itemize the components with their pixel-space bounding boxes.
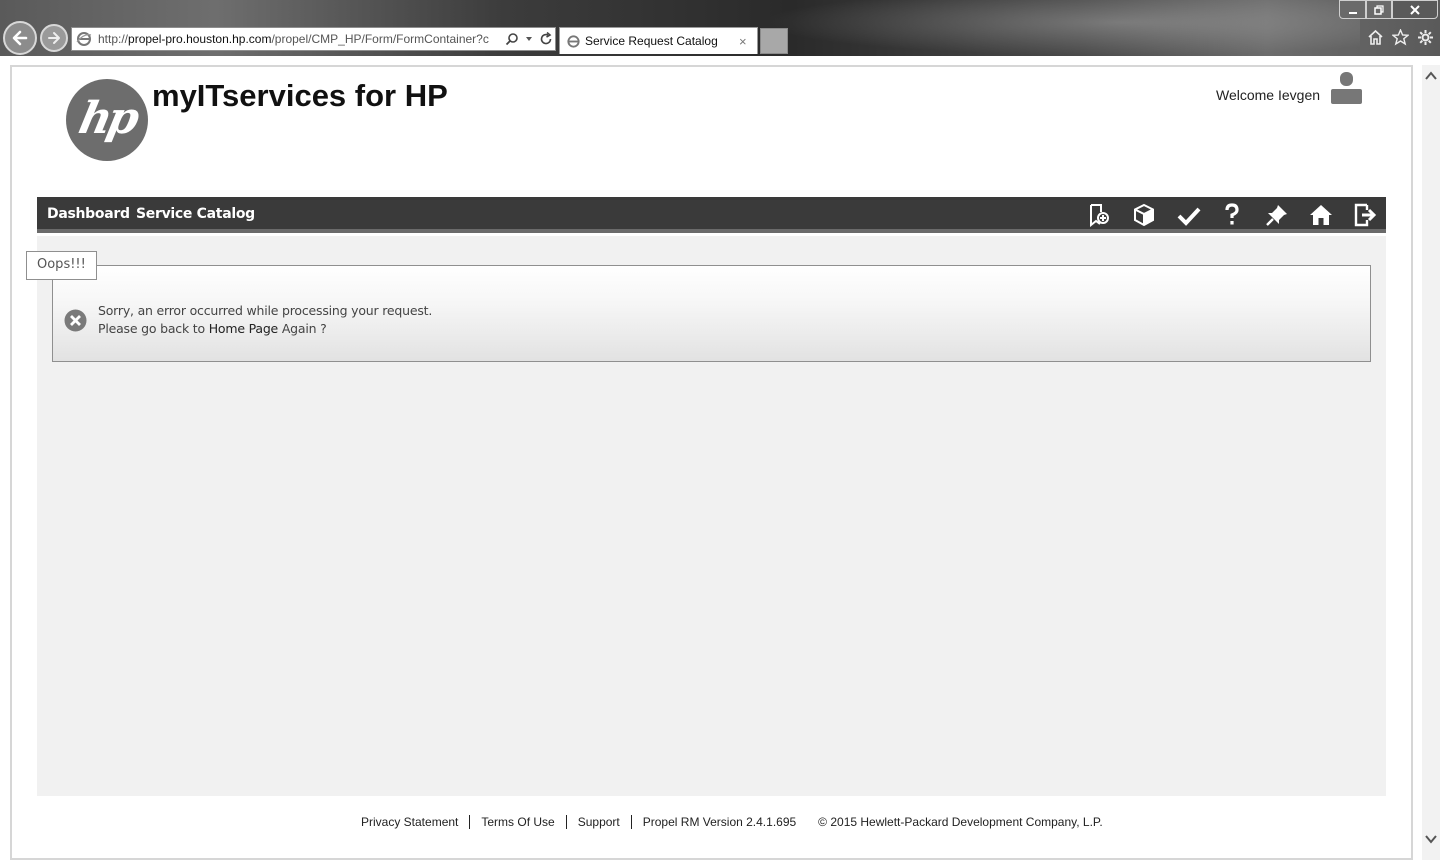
- footer-support-link[interactable]: Support: [578, 815, 620, 829]
- close-window-button[interactable]: [1392, 0, 1438, 19]
- approvals-check-icon[interactable]: [1177, 203, 1201, 227]
- home-page-link[interactable]: Home Page: [209, 321, 279, 336]
- vertical-scrollbar[interactable]: [1422, 65, 1440, 860]
- ie-page-icon: [76, 32, 92, 46]
- window-controls: [1339, 0, 1438, 19]
- tab-close-icon[interactable]: ×: [739, 34, 747, 49]
- back-button[interactable]: [3, 21, 37, 55]
- footer: Privacy Statement Terms Of Use Support P…: [361, 815, 1103, 829]
- footer-divider: [630, 815, 632, 829]
- error-message: Sorry, an error occurred while processin…: [98, 303, 433, 318]
- url-text[interactable]: http://propel-pro.houston.hp.com/propel/…: [98, 32, 502, 46]
- new-request-icon[interactable]: [1087, 203, 1111, 227]
- scroll-up-icon[interactable]: [1425, 70, 1437, 82]
- footer-terms-link[interactable]: Terms Of Use: [481, 815, 554, 829]
- footer-divider: [565, 815, 567, 829]
- footer-version: Propel RM Version 2.4.1.695: [642, 815, 797, 829]
- address-bar[interactable]: http://propel-pro.houston.hp.com/propel/…: [71, 27, 556, 51]
- home-browser-icon[interactable]: [1367, 29, 1384, 46]
- minimize-button[interactable]: [1339, 0, 1366, 19]
- search-icon[interactable]: [505, 32, 519, 46]
- footer-privacy-link[interactable]: Privacy Statement: [361, 815, 458, 829]
- tab-title: Service Request Catalog: [585, 34, 718, 48]
- settings-gear-icon[interactable]: [1417, 29, 1434, 46]
- home-icon[interactable]: [1309, 203, 1333, 227]
- url-path: /propel/CMP_HP/Form/FormContainer?c: [271, 32, 489, 46]
- url-host: propel-pro.houston.hp.com: [128, 32, 272, 46]
- error-instruction-suffix: Again ?: [278, 321, 327, 336]
- forward-button[interactable]: [40, 24, 68, 52]
- favorites-star-icon[interactable]: [1391, 28, 1410, 46]
- help-icon[interactable]: [1220, 203, 1244, 227]
- site-title: myITservices for HP: [152, 78, 448, 113]
- logout-icon[interactable]: [1353, 203, 1377, 227]
- back-arrow-icon: [12, 30, 28, 46]
- footer-copyright: © 2015 Hewlett-Packard Development Compa…: [818, 815, 1103, 829]
- content-area: [37, 236, 1386, 796]
- welcome-text: Welcome Ievgen: [1216, 87, 1321, 103]
- error-x-icon: [64, 309, 87, 332]
- ie-tab-icon: [567, 34, 580, 48]
- error-instruction-prefix: Please go back to: [98, 321, 209, 336]
- error-legend: Oops!!!: [26, 251, 97, 280]
- restore-button[interactable]: [1366, 0, 1392, 19]
- close-icon: [1410, 4, 1420, 15]
- main-navbar: Dashboard Service Catalog: [37, 197, 1386, 233]
- user-avatar-icon[interactable]: [1331, 72, 1362, 104]
- url-prefix: http://: [98, 32, 129, 46]
- browser-chrome: http://propel-pro.houston.hp.com/propel/…: [0, 0, 1440, 56]
- hp-logo-text: hp: [74, 92, 140, 144]
- catalog-box-icon[interactable]: [1132, 203, 1156, 227]
- nav-service-catalog[interactable]: Service Catalog: [136, 206, 255, 222]
- hp-logo[interactable]: hp: [66, 79, 148, 161]
- browser-toolbar-icons: [1367, 28, 1434, 46]
- footer-divider: [469, 815, 471, 829]
- nav-dashboard[interactable]: Dashboard: [47, 206, 130, 222]
- forward-arrow-icon: [48, 32, 60, 44]
- new-tab-button[interactable]: [760, 28, 788, 54]
- refresh-icon[interactable]: [539, 32, 553, 46]
- browser-tab[interactable]: Service Request Catalog ×: [559, 27, 758, 54]
- scroll-down-icon[interactable]: [1425, 833, 1437, 845]
- minimize-icon: [1348, 11, 1357, 14]
- error-instruction: Please go back to Home Page Again ?: [98, 321, 327, 336]
- restore-icon: [1374, 4, 1384, 15]
- dropdown-icon[interactable]: [525, 35, 533, 43]
- chrome-background: [760, 0, 1360, 56]
- pin-icon[interactable]: [1265, 203, 1289, 227]
